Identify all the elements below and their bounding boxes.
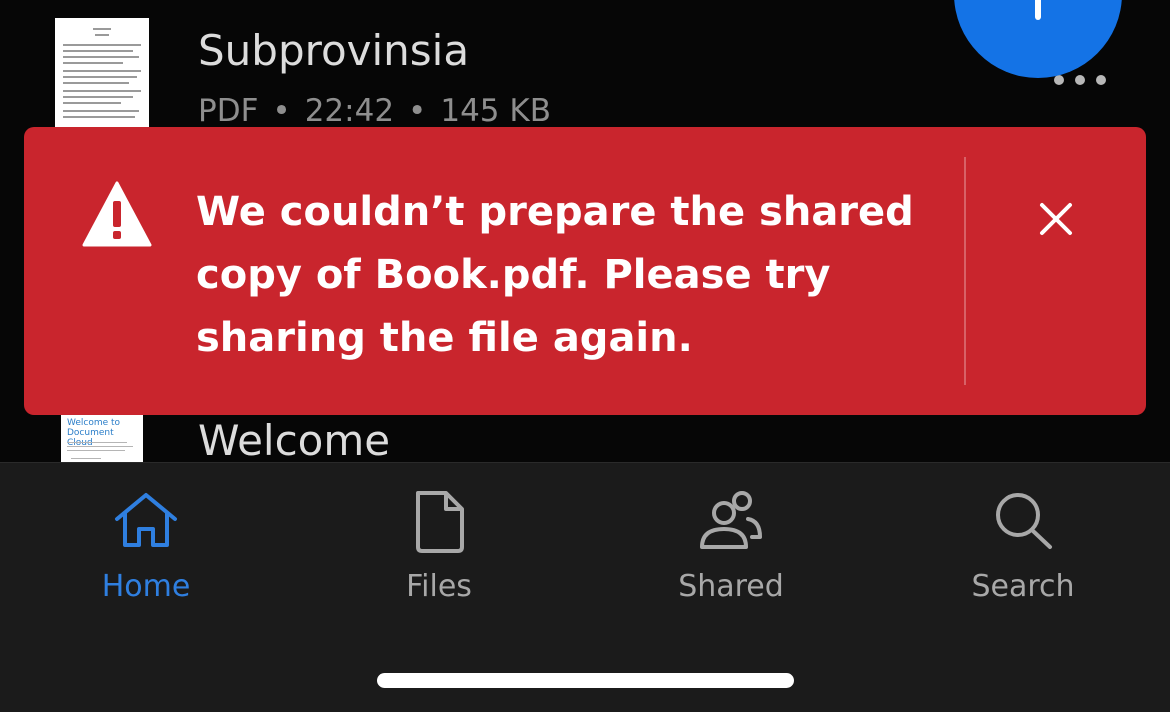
file-size: 145 KB xyxy=(440,93,551,129)
file-type: PDF xyxy=(198,93,259,129)
file-thumbnail: Welcome to Document Cloud xyxy=(61,414,143,462)
home-icon xyxy=(115,493,177,547)
toast-message: We couldn’t prepare the shared copy of B… xyxy=(196,189,914,361)
error-toast: We couldn’t prepare the shared copy of B… xyxy=(24,127,1146,415)
toast-divider xyxy=(964,157,966,385)
more-horizontal-icon[interactable] xyxy=(1054,74,1106,86)
tab-home[interactable]: Home xyxy=(0,463,292,633)
meta-separator: • xyxy=(272,93,291,129)
tab-files[interactable]: Files xyxy=(293,463,585,633)
tab-label: Search xyxy=(971,569,1075,604)
close-icon[interactable] xyxy=(1034,197,1078,241)
file-time: 22:42 xyxy=(304,93,395,129)
file-name: Welcome xyxy=(198,416,391,465)
tab-shared[interactable]: Shared xyxy=(585,463,877,633)
warning-icon xyxy=(82,181,152,247)
tab-search[interactable]: Search xyxy=(877,463,1169,633)
file-list-item[interactable]: Welcome to Document Cloud Welcome xyxy=(0,410,1170,465)
meta-separator: • xyxy=(408,93,427,129)
tab-label: Shared xyxy=(678,569,784,604)
screen: Subprovinsia PDF • 22:42 • 145 KB Welcome to… xyxy=(0,0,1170,712)
file-icon xyxy=(416,491,464,553)
file-name: Subprovinsia xyxy=(198,26,470,75)
plus-icon xyxy=(1035,0,1041,20)
file-meta: PDF • 22:42 • 145 KB xyxy=(198,93,551,129)
tab-label: Files xyxy=(406,569,472,604)
thumbnail-title: Welcome to Document Cloud xyxy=(67,418,121,448)
search-icon xyxy=(996,493,1052,549)
file-thumbnail xyxy=(55,18,149,128)
people-icon xyxy=(700,491,762,549)
home-indicator[interactable] xyxy=(377,673,794,688)
tab-label: Home xyxy=(101,569,191,604)
